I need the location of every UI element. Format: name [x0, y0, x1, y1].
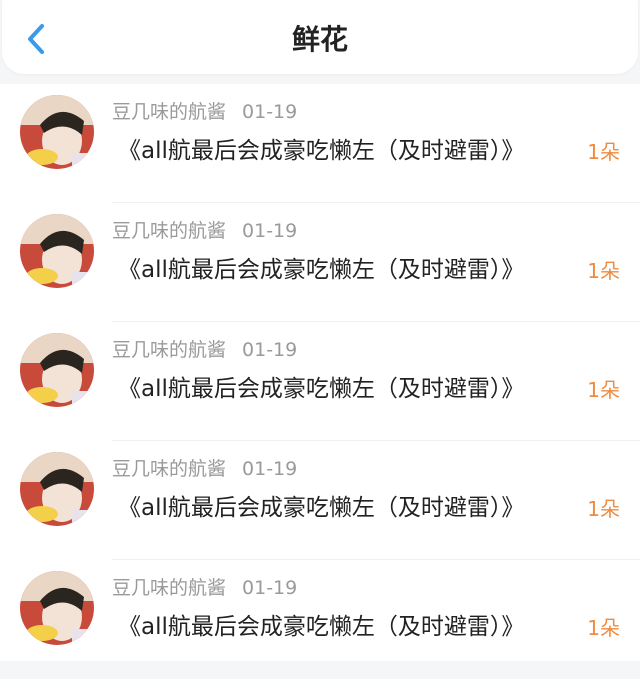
- list-item[interactable]: 豆几味的航酱 01-19 《all航最后会成豪吃懒左（及时避雷）》 1朵: [0, 322, 640, 441]
- book-title[interactable]: 《all航最后会成豪吃懒左（及时避雷）》: [118, 371, 524, 407]
- book-title[interactable]: 《all航最后会成豪吃懒左（及时避雷）》: [118, 133, 524, 169]
- username[interactable]: 豆几味的航酱: [112, 458, 226, 480]
- flower-count: 1朵: [587, 497, 620, 521]
- flower-count: 1朵: [587, 378, 620, 402]
- date: 01-19: [242, 220, 298, 242]
- flower-count: 1朵: [587, 140, 620, 164]
- avatar[interactable]: [20, 571, 94, 645]
- list-item[interactable]: 豆几味的航酱 01-19 《all航最后会成豪吃懒左（及时避雷）》 1朵: [0, 84, 640, 203]
- book-title[interactable]: 《all航最后会成豪吃懒左（及时避雷）》: [118, 490, 524, 526]
- flower-count: 1朵: [587, 259, 620, 283]
- avatar[interactable]: [20, 95, 94, 169]
- username[interactable]: 豆几味的航酱: [112, 101, 226, 123]
- book-title[interactable]: 《all航最后会成豪吃懒左（及时避雷）》: [118, 609, 524, 645]
- avatar[interactable]: [20, 214, 94, 288]
- avatar[interactable]: [20, 452, 94, 526]
- date: 01-19: [242, 577, 298, 599]
- item-meta: 豆几味的航酱 01-19: [112, 455, 297, 483]
- item-meta: 豆几味的航酱 01-19: [112, 98, 297, 126]
- date: 01-19: [242, 458, 298, 480]
- page-title: 鲜花: [291, 23, 348, 56]
- date: 01-19: [242, 101, 298, 123]
- flower-count: 1朵: [587, 616, 620, 640]
- item-meta: 豆几味的航酱 01-19: [112, 336, 297, 364]
- list-item[interactable]: 豆几味的航酱 01-19 《all航最后会成豪吃懒左（及时避雷）》 1朵: [0, 560, 640, 679]
- date: 01-19: [242, 339, 298, 361]
- flower-list: 豆几味的航酱 01-19 《all航最后会成豪吃懒左（及时避雷）》 1朵 豆几味的…: [0, 84, 640, 661]
- username[interactable]: 豆几味的航酱: [112, 220, 226, 242]
- book-title[interactable]: 《all航最后会成豪吃懒左（及时避雷）》: [118, 252, 524, 288]
- list-item[interactable]: 豆几味的航酱 01-19 《all航最后会成豪吃懒左（及时避雷）》 1朵: [0, 203, 640, 322]
- top-bar: 鲜花: [2, 0, 638, 74]
- item-meta: 豆几味的航酱 01-19: [112, 574, 297, 602]
- username[interactable]: 豆几味的航酱: [112, 577, 226, 599]
- list-item[interactable]: 豆几味的航酱 01-19 《all航最后会成豪吃懒左（及时避雷）》 1朵: [0, 441, 640, 560]
- avatar[interactable]: [20, 333, 94, 407]
- item-meta: 豆几味的航酱 01-19: [112, 217, 297, 245]
- username[interactable]: 豆几味的航酱: [112, 339, 226, 361]
